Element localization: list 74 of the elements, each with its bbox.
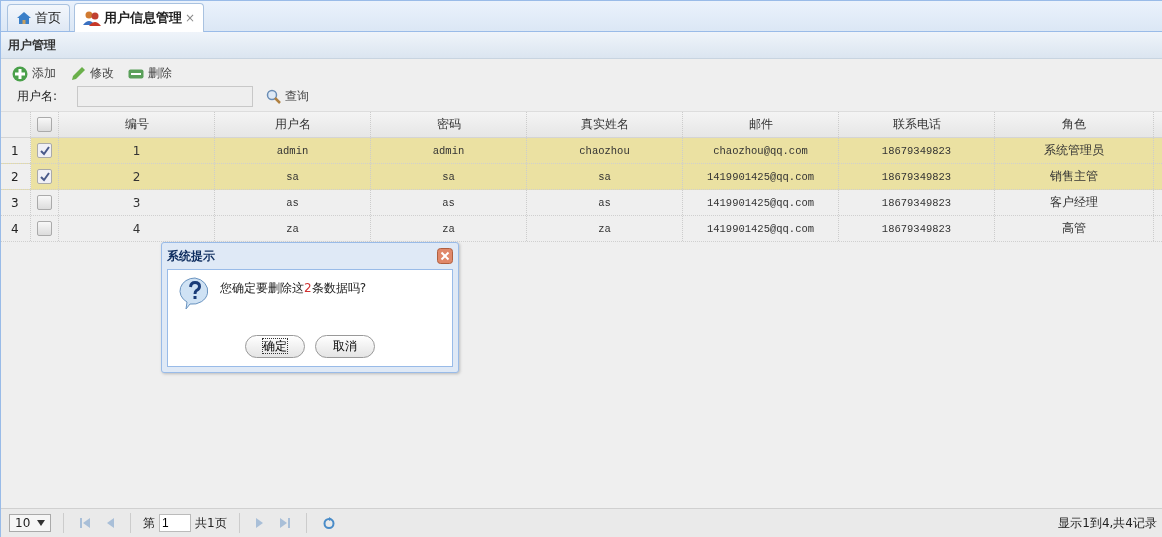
table-cell: 18679349823: [839, 190, 995, 215]
pencil-icon: [70, 65, 86, 82]
first-page-icon[interactable]: [80, 518, 90, 528]
table-cell: 3: [59, 190, 215, 215]
column-header[interactable]: 真实姓名: [527, 112, 683, 137]
table-cell: 18679349823: [839, 138, 995, 163]
table-cell: admin: [371, 138, 527, 163]
caret-icon: [37, 520, 45, 526]
table-cell: 1: [59, 138, 215, 163]
table-cell: as: [527, 190, 683, 215]
panel-title: 用户管理: [8, 36, 56, 54]
search-icon: [266, 89, 281, 104]
checkbox[interactable]: [37, 195, 52, 210]
next-page-icon[interactable]: [255, 518, 264, 528]
checkbox[interactable]: [37, 117, 52, 132]
checkbox[interactable]: [37, 143, 52, 158]
plus-icon: [12, 65, 28, 82]
table-cell: as: [371, 190, 527, 215]
username-field[interactable]: [77, 86, 253, 107]
table-cell: sa: [527, 164, 683, 189]
toolbar-button[interactable]: 修改: [65, 63, 119, 84]
record-summary: 显示1到4,共4记录: [1058, 514, 1157, 532]
close-icon[interactable]: ×: [185, 11, 196, 25]
refresh-icon[interactable]: [322, 517, 335, 529]
table-cell: 1419901425@qq.com: [683, 190, 839, 215]
toolbar-button[interactable]: 删除: [123, 63, 177, 84]
table-cell: za: [371, 216, 527, 241]
table-cell: za: [527, 216, 683, 241]
table-cell: sa: [215, 164, 371, 189]
table-cell: chaozhou: [527, 138, 683, 163]
column-header[interactable]: 邮件: [683, 112, 839, 137]
checkbox[interactable]: [37, 221, 52, 236]
row-number: 2: [1, 164, 31, 189]
column-header[interactable]: 联系电话: [839, 112, 995, 137]
checkbox[interactable]: [37, 169, 52, 184]
users-icon: [83, 10, 101, 26]
table-cell: 1419901425@qq.com: [683, 164, 839, 189]
search-label: 用户名:: [17, 88, 59, 105]
page-field[interactable]: 1: [159, 514, 191, 532]
minus-icon: [128, 67, 144, 80]
search-button[interactable]: 查询: [261, 86, 314, 107]
table-cell: as: [215, 190, 371, 215]
dialog-title: 系统提示: [167, 247, 215, 265]
house-icon: [16, 11, 32, 25]
last-page-icon[interactable]: [279, 518, 290, 528]
toolbar-button[interactable]: 添加: [7, 63, 61, 84]
total-pages: 共1页: [195, 514, 227, 532]
table-cell: sa: [371, 164, 527, 189]
table-cell: 系统管理员: [995, 138, 1154, 163]
dialog-button[interactable]: 确定: [245, 335, 305, 358]
table-cell: 18679349823: [839, 216, 995, 241]
column-header[interactable]: 用户名: [215, 112, 371, 137]
table-cell: 客户经理: [995, 190, 1154, 215]
dialog-message: 您确定要删除这2条数据吗?: [220, 280, 366, 297]
page-label: 第: [143, 514, 155, 532]
table-cell: admin: [215, 138, 371, 163]
table-cell: 4: [59, 216, 215, 241]
column-header[interactable]: 编号: [59, 112, 215, 137]
column-header[interactable]: 密码: [371, 112, 527, 137]
table-cell: 销售主管: [995, 164, 1154, 189]
row-number: 1: [1, 138, 31, 163]
table-cell: 高管: [995, 216, 1154, 241]
table-cell: chaozhou@qq.com: [683, 138, 839, 163]
previous-page-icon[interactable]: [106, 518, 114, 528]
table-cell: 1419901425@qq.com: [683, 216, 839, 241]
table-cell: za: [215, 216, 371, 241]
close-icon[interactable]: [437, 248, 453, 264]
tab[interactable]: 用户信息管理 ×: [74, 3, 205, 32]
page-size-select[interactable]: 10: [9, 514, 51, 532]
dialog-button[interactable]: 取消: [315, 335, 375, 358]
tab[interactable]: 首页: [7, 4, 70, 31]
column-header[interactable]: 角色: [995, 112, 1154, 137]
table-cell: 2: [59, 164, 215, 189]
table-cell: 18679349823: [839, 164, 995, 189]
